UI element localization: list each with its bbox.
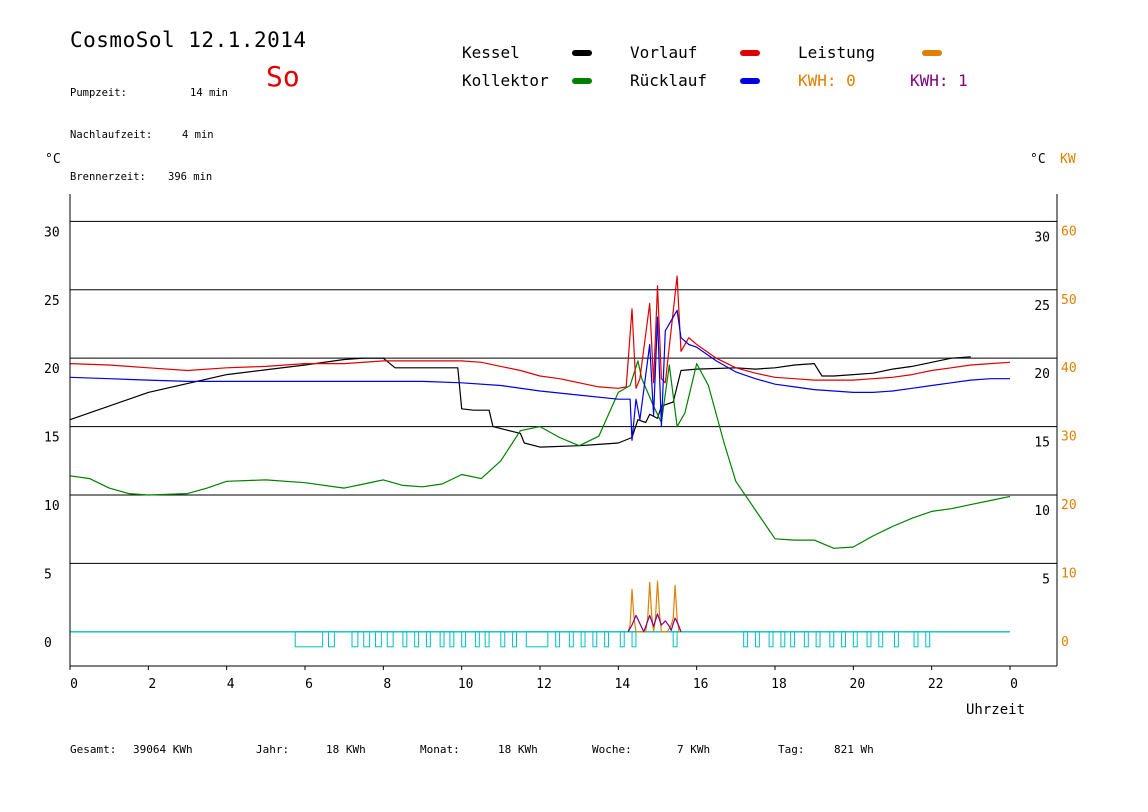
y-axis-unit-kw: KW: [1060, 152, 1076, 167]
y-tick-label-right: 25: [1034, 299, 1050, 314]
pump-pulse: [768, 631, 774, 648]
x-tick-label: 22: [928, 677, 944, 692]
y-tick-label-left: 25: [44, 294, 60, 309]
y-tick-label-kw: 10: [1061, 566, 1077, 581]
x-tick-label: 4: [227, 677, 235, 692]
pump-pulse: [580, 631, 586, 648]
pump-pulse: [512, 631, 517, 648]
y-tick-label-left: 5: [44, 567, 52, 582]
pump-pulse: [461, 631, 467, 648]
pump-pulse: [604, 631, 610, 648]
pump-pulse: [351, 631, 359, 648]
y-tick-label-kw: 0: [1061, 635, 1069, 650]
y-tick-label-right: 30: [1034, 230, 1050, 245]
pump-pulse: [841, 631, 846, 648]
series-line-ruecklauf: [69, 309, 1010, 441]
pump-pulse: [672, 631, 678, 648]
y-tick-label-right: 20: [1034, 367, 1050, 382]
pump-pulse: [878, 631, 884, 648]
day-label: Tag:: [778, 743, 805, 756]
y-tick-label-right: 10: [1034, 504, 1050, 519]
pump-pulse: [500, 631, 506, 648]
x-tick-label: 12: [536, 677, 552, 692]
pump-pulse: [402, 631, 408, 648]
pump-pulse: [363, 631, 371, 648]
pump-pulse: [328, 631, 335, 648]
pump-pulse: [449, 631, 455, 648]
y-axis-unit-right: °C: [1030, 152, 1046, 167]
year-label: Jahr:: [256, 743, 290, 756]
pump-pulse: [414, 631, 420, 648]
pump-pulse: [780, 631, 786, 648]
pump-pulse: [294, 631, 324, 648]
y-tick-label-kw: 60: [1061, 224, 1077, 239]
pump-pulse: [893, 631, 899, 648]
pump-pulse: [815, 631, 821, 648]
grid-lines: [70, 220, 1057, 564]
x-tick-label: 8: [383, 677, 391, 692]
y-tick-label-right: 5: [1042, 572, 1050, 587]
day-value: 821 Wh: [834, 743, 874, 756]
pump-pulse: [555, 631, 561, 648]
x-tick-label: 18: [771, 677, 787, 692]
pump-pulse: [829, 631, 835, 648]
series-lines: [69, 275, 1011, 633]
pump-pulse: [803, 631, 809, 648]
pump-pulse: [754, 631, 760, 648]
y-tick-label-kw: 40: [1061, 361, 1077, 376]
week-label: Woche:: [592, 743, 632, 756]
series-line-vorlauf: [69, 275, 1011, 389]
x-tick-label: 0: [1010, 677, 1018, 692]
total-value: 39064 KWh: [133, 743, 193, 756]
series-line-kollektor: [69, 360, 1011, 549]
x-tick-label: 10: [458, 677, 474, 692]
x-tick-label: 20: [850, 677, 866, 692]
x-tick-label: 6: [305, 677, 313, 692]
x-tick-label: 16: [693, 677, 709, 692]
pump-pulse: [425, 631, 431, 648]
pump-pulse: [925, 631, 931, 648]
pump-pulse: [790, 631, 796, 648]
x-tick-label: 2: [148, 677, 156, 692]
y-tick-label-right: 15: [1034, 436, 1050, 451]
total-label: Gesamt:: [70, 743, 117, 756]
y-axis-unit-left: °C: [45, 152, 61, 167]
y-tick-label-left: 10: [44, 499, 60, 514]
tick-labels: 0 2 4 6 8 10 12 14 16 18 20 22 0 0 0 5 5 10 10 10 20 15 15 30 20…: [44, 224, 1077, 692]
pump-pulse: [568, 631, 574, 648]
x-tick-label: 0: [70, 677, 78, 692]
pump-pulse: [474, 631, 480, 648]
pump-pulse: [866, 631, 872, 648]
y-tick-label-left: 30: [44, 225, 60, 240]
y-tick-label-kw: 20: [1061, 498, 1077, 513]
pump-pulse: [592, 631, 598, 648]
x-tick-label: 14: [615, 677, 631, 692]
pump-pulse: [619, 631, 625, 648]
pump-pulse: [631, 631, 637, 648]
y-tick-label-left: 15: [44, 431, 60, 446]
pump-pulse: [525, 631, 549, 648]
x-axis-label: Uhrzeit: [966, 702, 1025, 718]
pump-pulse: [852, 631, 858, 648]
month-label: Monat:: [420, 743, 460, 756]
week-value: 7 KWh: [677, 743, 711, 756]
y-tick-label-left: 0: [44, 636, 52, 651]
y-tick-label-kw: 50: [1061, 293, 1077, 308]
pump-indicator: [70, 631, 1010, 648]
pump-pulse: [913, 631, 919, 648]
axes: [69, 194, 1058, 670]
temperature-chart: °C °C KW Uhrzeit 0 2 4 6 8 10 12 14 16 18 20 22 0 0 0 5…: [44, 152, 1077, 718]
pump-pulse: [386, 631, 394, 648]
y-tick-label-left: 20: [44, 362, 60, 377]
pump-pulse: [375, 631, 382, 648]
year-value: 18 KWh: [326, 743, 366, 756]
pump-pulse: [743, 631, 749, 648]
y-tick-label-kw: 30: [1061, 430, 1077, 445]
pump-pulse: [439, 631, 445, 648]
month-value: 18 KWh: [498, 743, 538, 756]
pump-pulse: [484, 631, 490, 648]
